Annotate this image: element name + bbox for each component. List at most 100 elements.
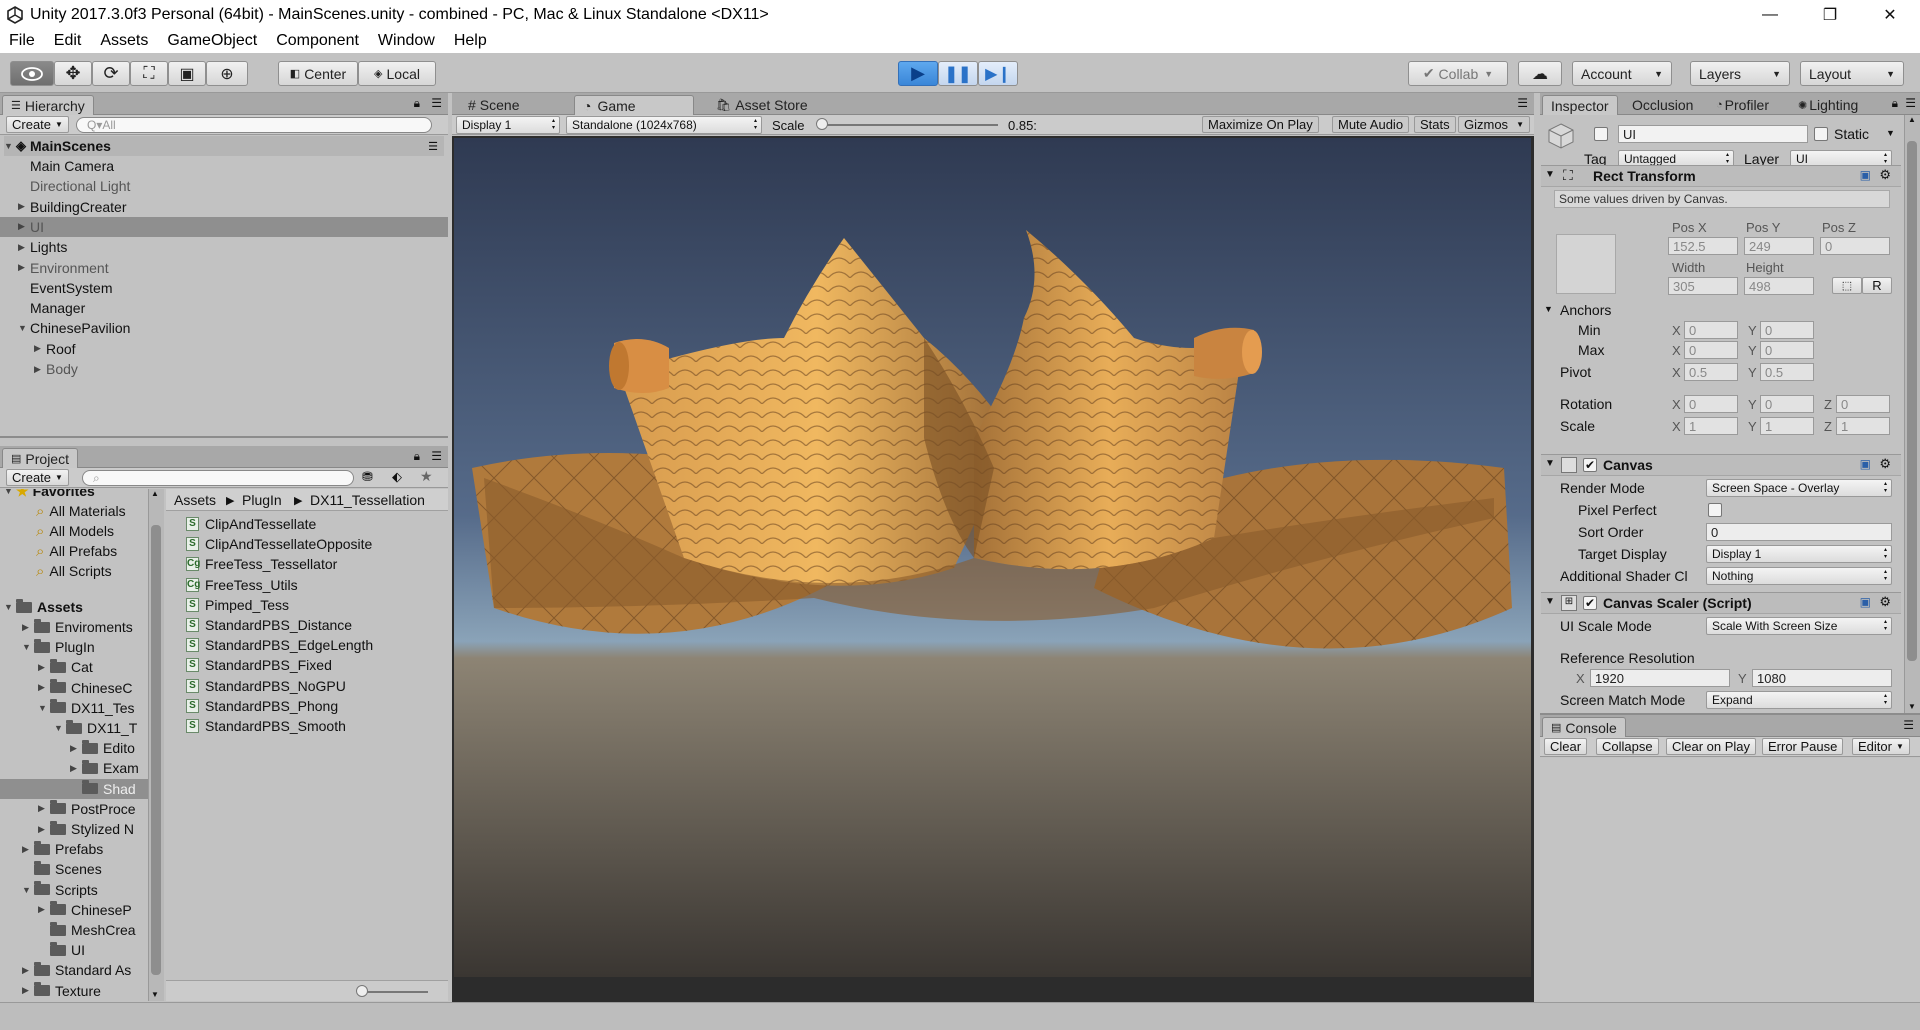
stats-toggle[interactable]: Stats — [1414, 116, 1456, 133]
console-collapse-button[interactable]: Collapse — [1596, 738, 1659, 755]
expand-arrow-icon[interactable]: ▶ — [38, 662, 50, 673]
icon-size-slider[interactable] — [358, 991, 428, 993]
target-display-dropdown[interactable]: Display 1 — [1706, 545, 1892, 563]
maximize-on-play-toggle[interactable]: Maximize On Play — [1202, 116, 1319, 133]
pixel-perfect-checkbox[interactable] — [1708, 503, 1722, 517]
breadcrumb-plugin[interactable]: PlugIn — [242, 490, 282, 510]
console-clear-on-play-button[interactable]: Clear on Play — [1666, 738, 1757, 755]
game-view-render[interactable] — [454, 138, 1531, 977]
expand-arrow-icon[interactable]: ▶ — [70, 763, 82, 774]
tab-scene[interactable]: # Scene — [460, 95, 528, 115]
scale-z-field[interactable]: 1 — [1836, 417, 1890, 435]
expand-arrow-icon[interactable]: ▼ — [22, 642, 34, 652]
object-name-field[interactable]: UI — [1618, 125, 1808, 143]
project-tree-scrollbar[interactable]: ▲ ▼ — [148, 489, 164, 1001]
hierarchy-item[interactable]: Directional Light — [18, 176, 130, 196]
tab-occlusion[interactable]: Occlusion — [1624, 95, 1701, 115]
folder-item[interactable]: ▶ Stylized N — [38, 819, 134, 839]
asset-file-item[interactable]: Cg FreeTess_Tessellator — [186, 554, 337, 574]
scale-tool-button[interactable]: ⛶ — [130, 61, 168, 86]
hierarchy-item[interactable]: ▶ Roof — [34, 339, 76, 359]
expand-arrow-icon[interactable]: ▶ — [34, 364, 46, 375]
filter-type-icon[interactable]: ⛃ — [362, 469, 373, 485]
asset-file-item[interactable]: S StandardPBS_Smooth — [186, 716, 346, 736]
expand-arrow-icon[interactable]: ▼ — [38, 703, 50, 713]
expand-arrow-icon[interactable]: ▼ — [1544, 304, 1553, 314]
help-book-icon[interactable]: ▣ — [1860, 168, 1871, 182]
hierarchy-item[interactable]: ▶ Environment — [18, 258, 109, 278]
panel-menu-icon[interactable]: ☰ — [1905, 96, 1916, 110]
favorite-item[interactable]: ⌕ All Scripts — [36, 561, 112, 581]
tab-project[interactable]: ▤ Project — [2, 448, 78, 468]
favorite-item[interactable]: ⌕ All Materials — [36, 501, 126, 521]
tab-game[interactable]: ◔ Game — [574, 95, 694, 115]
panel-divider[interactable] — [0, 436, 448, 438]
folder-item[interactable]: ▶ Cat — [38, 657, 93, 677]
hierarchy-item[interactable]: ▶ UI — [0, 216, 448, 237]
rotate-tool-button[interactable]: ⟳ — [92, 61, 130, 86]
canvas-scaler-enabled-checkbox[interactable]: ✔ — [1583, 596, 1597, 610]
folder-item[interactable]: ▶ Edito — [70, 738, 135, 758]
static-checkbox[interactable] — [1814, 127, 1828, 141]
expand-arrow-icon[interactable]: ▼ — [4, 489, 16, 496]
gizmos-toggle[interactable]: Gizmos ▼ — [1458, 116, 1530, 133]
tab-asset-store[interactable]: 🛍︎ Asset Store — [708, 95, 816, 115]
expand-arrow-icon[interactable]: ▶ — [18, 221, 30, 232]
move-tool-button[interactable]: ✥ — [54, 61, 92, 86]
anchor-max-x-field[interactable]: 0 — [1684, 341, 1738, 359]
pivot-x-field[interactable]: 0.5 — [1684, 363, 1738, 381]
console-editor-dropdown[interactable]: Editor ▼ — [1852, 738, 1910, 755]
help-book-icon[interactable]: ▣ — [1860, 595, 1871, 609]
hierarchy-item[interactable]: Manager — [18, 298, 85, 318]
expand-arrow-icon[interactable]: ▶ — [38, 803, 50, 814]
folder-item[interactable]: ▶ Prefabs — [22, 839, 103, 859]
folder-item[interactable]: Scenes — [22, 859, 102, 879]
anchor-preset-widget[interactable] — [1556, 234, 1616, 294]
lock-icon[interactable]: 🔒︎ — [414, 449, 420, 464]
tab-console[interactable]: ▤ Console — [1542, 717, 1626, 737]
expand-arrow-icon[interactable]: ▶ — [22, 985, 34, 996]
expand-arrow-icon[interactable]: ▶ — [34, 343, 46, 354]
expand-arrow-icon[interactable]: ▶ — [38, 682, 50, 693]
layers-dropdown[interactable]: Layers ▼ — [1690, 61, 1790, 86]
expand-arrow-icon[interactable]: ▼ — [1545, 458, 1555, 469]
minimize-button[interactable]: — — [1740, 0, 1800, 29]
hierarchy-search-input[interactable]: Q▾All — [76, 117, 432, 133]
expand-arrow-icon[interactable]: ▶ — [18, 242, 30, 253]
transform-tool-button[interactable]: ⊕ — [206, 61, 248, 86]
expand-arrow-icon[interactable]: ▶ — [18, 262, 30, 273]
scale-y-field[interactable]: 1 — [1760, 417, 1814, 435]
hierarchy-create-button[interactable]: Create ▼ — [6, 116, 69, 133]
restore-button[interactable]: ❐ — [1800, 0, 1860, 29]
expand-arrow-icon[interactable]: ▼ — [18, 323, 30, 333]
component-settings-icon[interactable]: ⚙ — [1879, 167, 1891, 183]
lock-icon[interactable]: 🔒︎ — [414, 96, 420, 111]
asset-file-item[interactable]: S ClipAndTessellate — [186, 514, 316, 534]
scroll-down-icon[interactable]: ▼ — [151, 990, 159, 999]
scrollbar-thumb[interactable] — [1907, 141, 1917, 661]
asset-file-item[interactable]: S StandardPBS_Distance — [186, 615, 352, 635]
mute-audio-toggle[interactable]: Mute Audio — [1332, 116, 1410, 133]
expand-arrow-icon[interactable]: ▼ — [1545, 596, 1555, 607]
rect-tool-button[interactable]: ▣ — [168, 61, 206, 86]
menu-assets[interactable]: Assets — [100, 32, 148, 50]
expand-arrow-icon[interactable]: ▼ — [4, 141, 16, 151]
close-button[interactable]: ✕ — [1860, 0, 1920, 29]
reference-x-field[interactable]: 1920 — [1590, 669, 1730, 687]
icon-size-slider-handle[interactable] — [356, 985, 368, 997]
expand-arrow-icon[interactable]: ▶ — [18, 201, 30, 212]
panel-menu-icon[interactable]: ☰ — [1903, 718, 1914, 732]
component-settings-icon[interactable]: ⚙ — [1879, 594, 1891, 610]
step-button[interactable]: ▶❙ — [978, 61, 1018, 86]
canvas-header[interactable]: ▼ ✔ Canvas ▣ ⚙ — [1541, 454, 1901, 476]
folder-item[interactable]: Shad — [0, 778, 148, 799]
favorite-item[interactable]: ⌕ All Prefabs — [36, 541, 117, 561]
filter-label-icon[interactable]: ⬖ — [392, 469, 402, 485]
pivot-local-button[interactable]: ◈ Local — [358, 61, 436, 86]
folder-item[interactable]: ▶ Exam — [70, 758, 139, 778]
scene-root[interactable]: ▼ ◈ MainScenes ☰ — [4, 136, 444, 156]
project-search-input[interactable]: ⌕ — [82, 470, 354, 486]
hierarchy-item[interactable]: ▶ Body — [34, 359, 78, 379]
posy-field[interactable]: 249 — [1744, 237, 1814, 255]
hierarchy-item[interactable]: ▶ BuildingCreater — [18, 197, 127, 217]
